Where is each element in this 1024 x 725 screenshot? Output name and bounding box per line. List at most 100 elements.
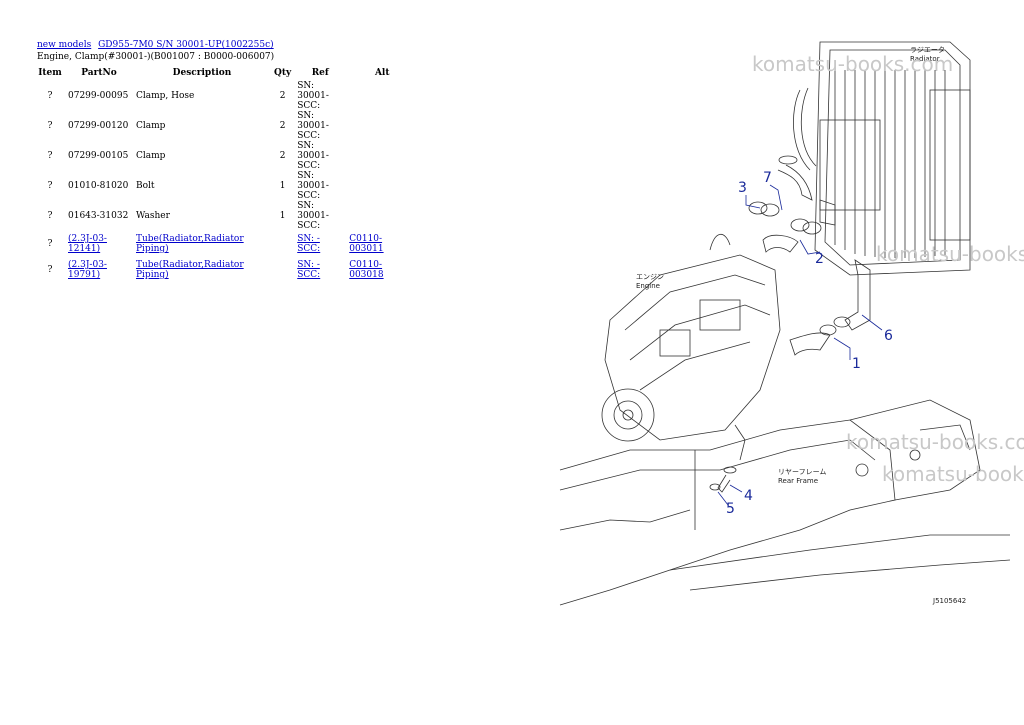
parts-table: Item PartNo Description Qty Ref Alt ? 07… [35, 65, 418, 283]
cell-description: Clamp [136, 151, 166, 161]
cell-alt: C0110-003011 [346, 231, 418, 257]
label-radiator-en: Radiator [910, 55, 940, 63]
engine-drawing [601, 233, 781, 461]
ref-scc: SCC: [297, 270, 321, 280]
header-qty: Qty [274, 68, 292, 78]
cell-item: ? [47, 211, 53, 221]
breadcrumb-model-link[interactable]: GD955-7M0 S/N 30001-UP(1002255c) [98, 40, 274, 50]
cell-alt [346, 171, 418, 201]
ref-scc: SCC: [297, 131, 321, 141]
ref-scc: SCC: [297, 161, 321, 171]
cell-alt [346, 201, 418, 231]
cell-qty [271, 231, 294, 257]
cell-ref: SN: 30001- SCC: [294, 171, 346, 201]
table-row: ? 07299-00105 Clamp 2 SN: 30001- SCC: [35, 141, 418, 171]
cell-ref: SN: - SCC: [294, 231, 346, 257]
cell-partno: 07299-00120 [68, 121, 129, 131]
page-subtitle: Engine, Clamp(#30001-)(B001007 : B0000-0… [37, 52, 275, 62]
cell-qty: 1 [279, 211, 286, 221]
header-partno: PartNo [81, 68, 117, 78]
cell-partno: 01010-81020 [68, 181, 129, 191]
breadcrumb: new models GD955-7M0 S/N 30001-UP(100225… [37, 40, 278, 51]
cell-description: Washer [136, 211, 170, 221]
description-link[interactable]: Tube(Radiator,Radiator Piping) [136, 260, 244, 280]
ref-scc: SCC: [297, 191, 321, 201]
cell-ref: SN: 30001- SCC: [294, 81, 346, 111]
cell-item: ? [47, 239, 53, 249]
cell-alt: C0110-003018 [346, 257, 418, 283]
cell-alt [346, 141, 418, 171]
cell-description: Clamp [136, 121, 166, 131]
header-alt: Alt [374, 68, 390, 78]
radiator-drawing [793, 41, 971, 276]
table-row: ? 07299-00095 Clamp, Hose 2 SN: 30001- SC… [35, 81, 418, 111]
header-item: Item [38, 68, 62, 78]
ref-sn: SN: 30001- [297, 141, 329, 161]
cell-partno: 07299-00105 [68, 151, 129, 161]
cell-qty: 1 [279, 181, 286, 191]
partno-link[interactable]: (2.3J-03-12141) [68, 234, 107, 254]
header-description: Description [172, 68, 232, 78]
cell-description: Tube(Radiator,Radiator Piping) [133, 257, 271, 283]
table-row: ? 01010-81020 Bolt 1 SN: 30001- SCC: [35, 171, 418, 201]
table-row: ? 01643-31032 Washer 1 SN: 30001- SCC: [35, 201, 418, 231]
ref-sn: SN: 30001- [297, 171, 329, 191]
header-ref: Ref [311, 68, 329, 78]
ref-link[interactable]: SN: - SCC: [297, 234, 320, 254]
label-engine-en: Engine [636, 282, 660, 290]
breadcrumb-new-models-link[interactable]: new models [37, 40, 91, 50]
callout-4: 4 [744, 488, 753, 504]
cell-qty: 2 [279, 121, 286, 131]
table-row: ? (2.3J-03-12141) Tube(Radiator,Radiator… [35, 231, 418, 257]
label-radiator-jp: ラジエータ [910, 45, 945, 54]
cell-item: ? [47, 181, 53, 191]
cell-ref: SN: 30001- SCC: [294, 141, 346, 171]
label-frame-en: Rear Frame [778, 477, 818, 485]
table-header-row: Item PartNo Description Qty Ref Alt [35, 65, 418, 81]
cell-description: Bolt [136, 181, 155, 191]
ref-sn: SN: 30001- [297, 111, 329, 131]
ref-sn: SN: - [297, 234, 320, 244]
cell-alt [346, 111, 418, 141]
cell-ref: SN: 30001- SCC: [294, 201, 346, 231]
alt-link[interactable]: C0110-003011 [349, 234, 383, 254]
description-link[interactable]: Tube(Radiator,Radiator Piping) [136, 234, 244, 254]
label-frame-jp: リヤーフレーム [778, 468, 826, 476]
ref-scc: SCC: [297, 244, 321, 254]
ref-sn: SN: 30001- [297, 81, 329, 101]
cell-qty: 2 [279, 91, 286, 101]
ref-link[interactable]: SN: - SCC: [297, 260, 320, 280]
ref-scc: SCC: [297, 221, 321, 231]
cell-ref: SN: - SCC: [294, 257, 346, 283]
bolt-and-washer [694, 450, 737, 530]
parts-diagram: 3 7 2 1 6 4 5 ラジエータ Radiator エンジン Engine… [559, 41, 1011, 606]
callout-6: 6 [884, 328, 893, 344]
callout-1: 1 [852, 356, 861, 372]
cell-alt [346, 81, 418, 111]
cell-item: ? [47, 151, 53, 161]
cell-partno: 01643-31032 [68, 211, 129, 221]
cell-qty: 2 [279, 151, 286, 161]
cell-partno: (2.3J-03-12141) [65, 231, 133, 257]
table-row: ? (2.3J-03-19791) Tube(Radiator,Radiator… [35, 257, 418, 283]
cell-qty [271, 257, 294, 283]
cell-description: Clamp, Hose [136, 91, 195, 101]
alt-link[interactable]: C0110-003018 [349, 260, 383, 280]
callout-3: 3 [738, 180, 747, 196]
ref-sn: SN: 30001- [297, 201, 329, 221]
cell-ref: SN: 30001- SCC: [294, 111, 346, 141]
callout-5: 5 [726, 501, 735, 517]
cell-partno: 07299-00095 [68, 91, 129, 101]
callout-7: 7 [763, 170, 772, 186]
cell-item: ? [47, 121, 53, 131]
label-engine-jp: エンジン [636, 273, 664, 281]
cell-description: Tube(Radiator,Radiator Piping) [133, 231, 271, 257]
cell-item: ? [47, 91, 53, 101]
cell-partno: (2.3J-03-19791) [65, 257, 133, 283]
rear-frame-drawing [559, 399, 1011, 606]
callout-2: 2 [815, 251, 824, 267]
partno-link[interactable]: (2.3J-03-19791) [68, 260, 107, 280]
table-row: ? 07299-00120 Clamp 2 SN: 30001- SCC: [35, 111, 418, 141]
cell-item: ? [47, 265, 53, 275]
label-figure-code: J5105642 [932, 597, 966, 605]
